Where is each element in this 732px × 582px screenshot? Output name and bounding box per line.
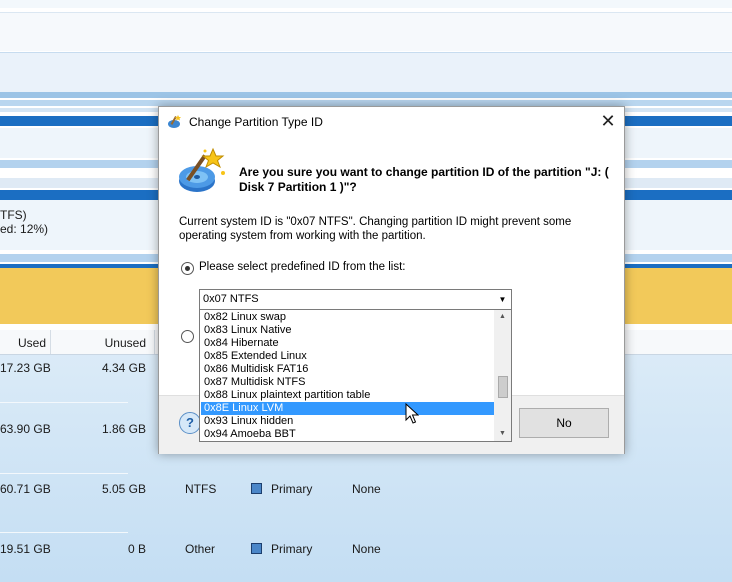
row-used: 63.90 GB — [0, 422, 51, 436]
column-header-used[interactable]: Used — [0, 336, 46, 350]
row-status: None — [352, 482, 381, 496]
row-unused: 0 B — [127, 542, 146, 556]
disk-map-stripe — [0, 12, 732, 51]
dropdown-item[interactable]: 0x93 Linux hidden — [201, 415, 496, 428]
primary-partition-icon — [251, 483, 262, 494]
row-separator — [0, 532, 128, 533]
row-separator — [0, 402, 128, 403]
dialog-title: Change Partition Type ID — [189, 115, 323, 129]
column-divider — [50, 330, 51, 354]
column-header-unused[interactable]: Unused — [60, 336, 146, 350]
disk-map-stripe — [0, 52, 732, 93]
row-unused: 5.05 GB — [101, 482, 146, 496]
partition-label-line2: ed: 12%) — [0, 222, 49, 236]
dialog-titlebar[interactable]: Change Partition Type ID ✕ — [159, 107, 624, 137]
radio-predefined-label[interactable]: Please select predefined ID from the lis… — [199, 261, 405, 273]
scroll-up-icon[interactable]: ▲ — [494, 310, 511, 324]
radio-custom-id[interactable] — [181, 330, 194, 343]
wizard-icon — [168, 115, 181, 128]
dropdown-item[interactable]: 0x86 Multidisk FAT16 — [201, 363, 496, 376]
row-status: None — [352, 542, 381, 556]
close-icon[interactable]: ✕ — [597, 111, 619, 133]
change-partition-type-dialog: Change Partition Type ID ✕ Are you sure … — [158, 106, 625, 454]
dropdown-item[interactable]: 0x82 Linux swap — [201, 311, 496, 324]
row-used: 19.51 GB — [0, 542, 51, 556]
dropdown-item[interactable]: 0x88 Linux plaintext partition table — [201, 389, 496, 402]
dropdown-item[interactable]: 0x84 Hibernate — [201, 337, 496, 350]
mouse-cursor-icon — [405, 403, 419, 424]
row-used: 17.23 GB — [0, 361, 51, 375]
scroll-down-icon[interactable]: ▼ — [494, 427, 511, 441]
magic-wand-disk-icon — [179, 147, 225, 192]
row-filesystem: NTFS — [185, 482, 217, 496]
dropdown-item[interactable]: 0x83 Linux Native — [201, 324, 496, 337]
row-used: 60.71 GB — [0, 482, 51, 496]
radio-predefined-id[interactable] — [181, 262, 194, 275]
partition-id-combobox[interactable]: 0x07 NTFS ▼ — [199, 289, 512, 311]
primary-partition-icon — [251, 543, 262, 554]
row-type: Primary — [271, 482, 313, 496]
dropdown-item[interactable]: 0x87 Multidisk NTFS — [201, 376, 496, 389]
row-unused: 4.34 GB — [101, 361, 146, 375]
partition-id-dropdown-list: 0x82 Linux swap 0x83 Linux Native 0x84 H… — [199, 309, 512, 442]
no-button[interactable]: No — [519, 408, 609, 438]
chevron-down-icon[interactable]: ▼ — [494, 290, 511, 310]
column-divider — [154, 330, 155, 354]
dropdown-item-selected[interactable]: 0x8E Linux LVM — [201, 402, 496, 415]
dropdown-scrollbar[interactable]: ▲ ▼ — [494, 310, 511, 441]
disk-map-stripe — [0, 0, 732, 8]
dropdown-item[interactable]: 0x94 Amoeba BBT — [201, 428, 496, 441]
scroll-thumb[interactable] — [498, 376, 508, 398]
row-filesystem: Other — [185, 542, 216, 556]
dropdown-item[interactable]: 0x85 Extended Linux — [201, 350, 496, 363]
disk-map-stripe — [0, 92, 732, 98]
row-type: Primary — [271, 542, 313, 556]
help-icon[interactable]: ? — [179, 412, 201, 434]
combobox-value: 0x07 NTFS — [203, 293, 259, 305]
row-unused: 1.86 GB — [101, 422, 146, 436]
confirmation-question: Are you sure you want to change partitio… — [239, 165, 609, 194]
row-separator — [0, 473, 128, 474]
current-id-info: Current system ID is "0x07 NTFS". Changi… — [179, 216, 572, 242]
partition-label-line1: TFS) — [0, 208, 27, 222]
